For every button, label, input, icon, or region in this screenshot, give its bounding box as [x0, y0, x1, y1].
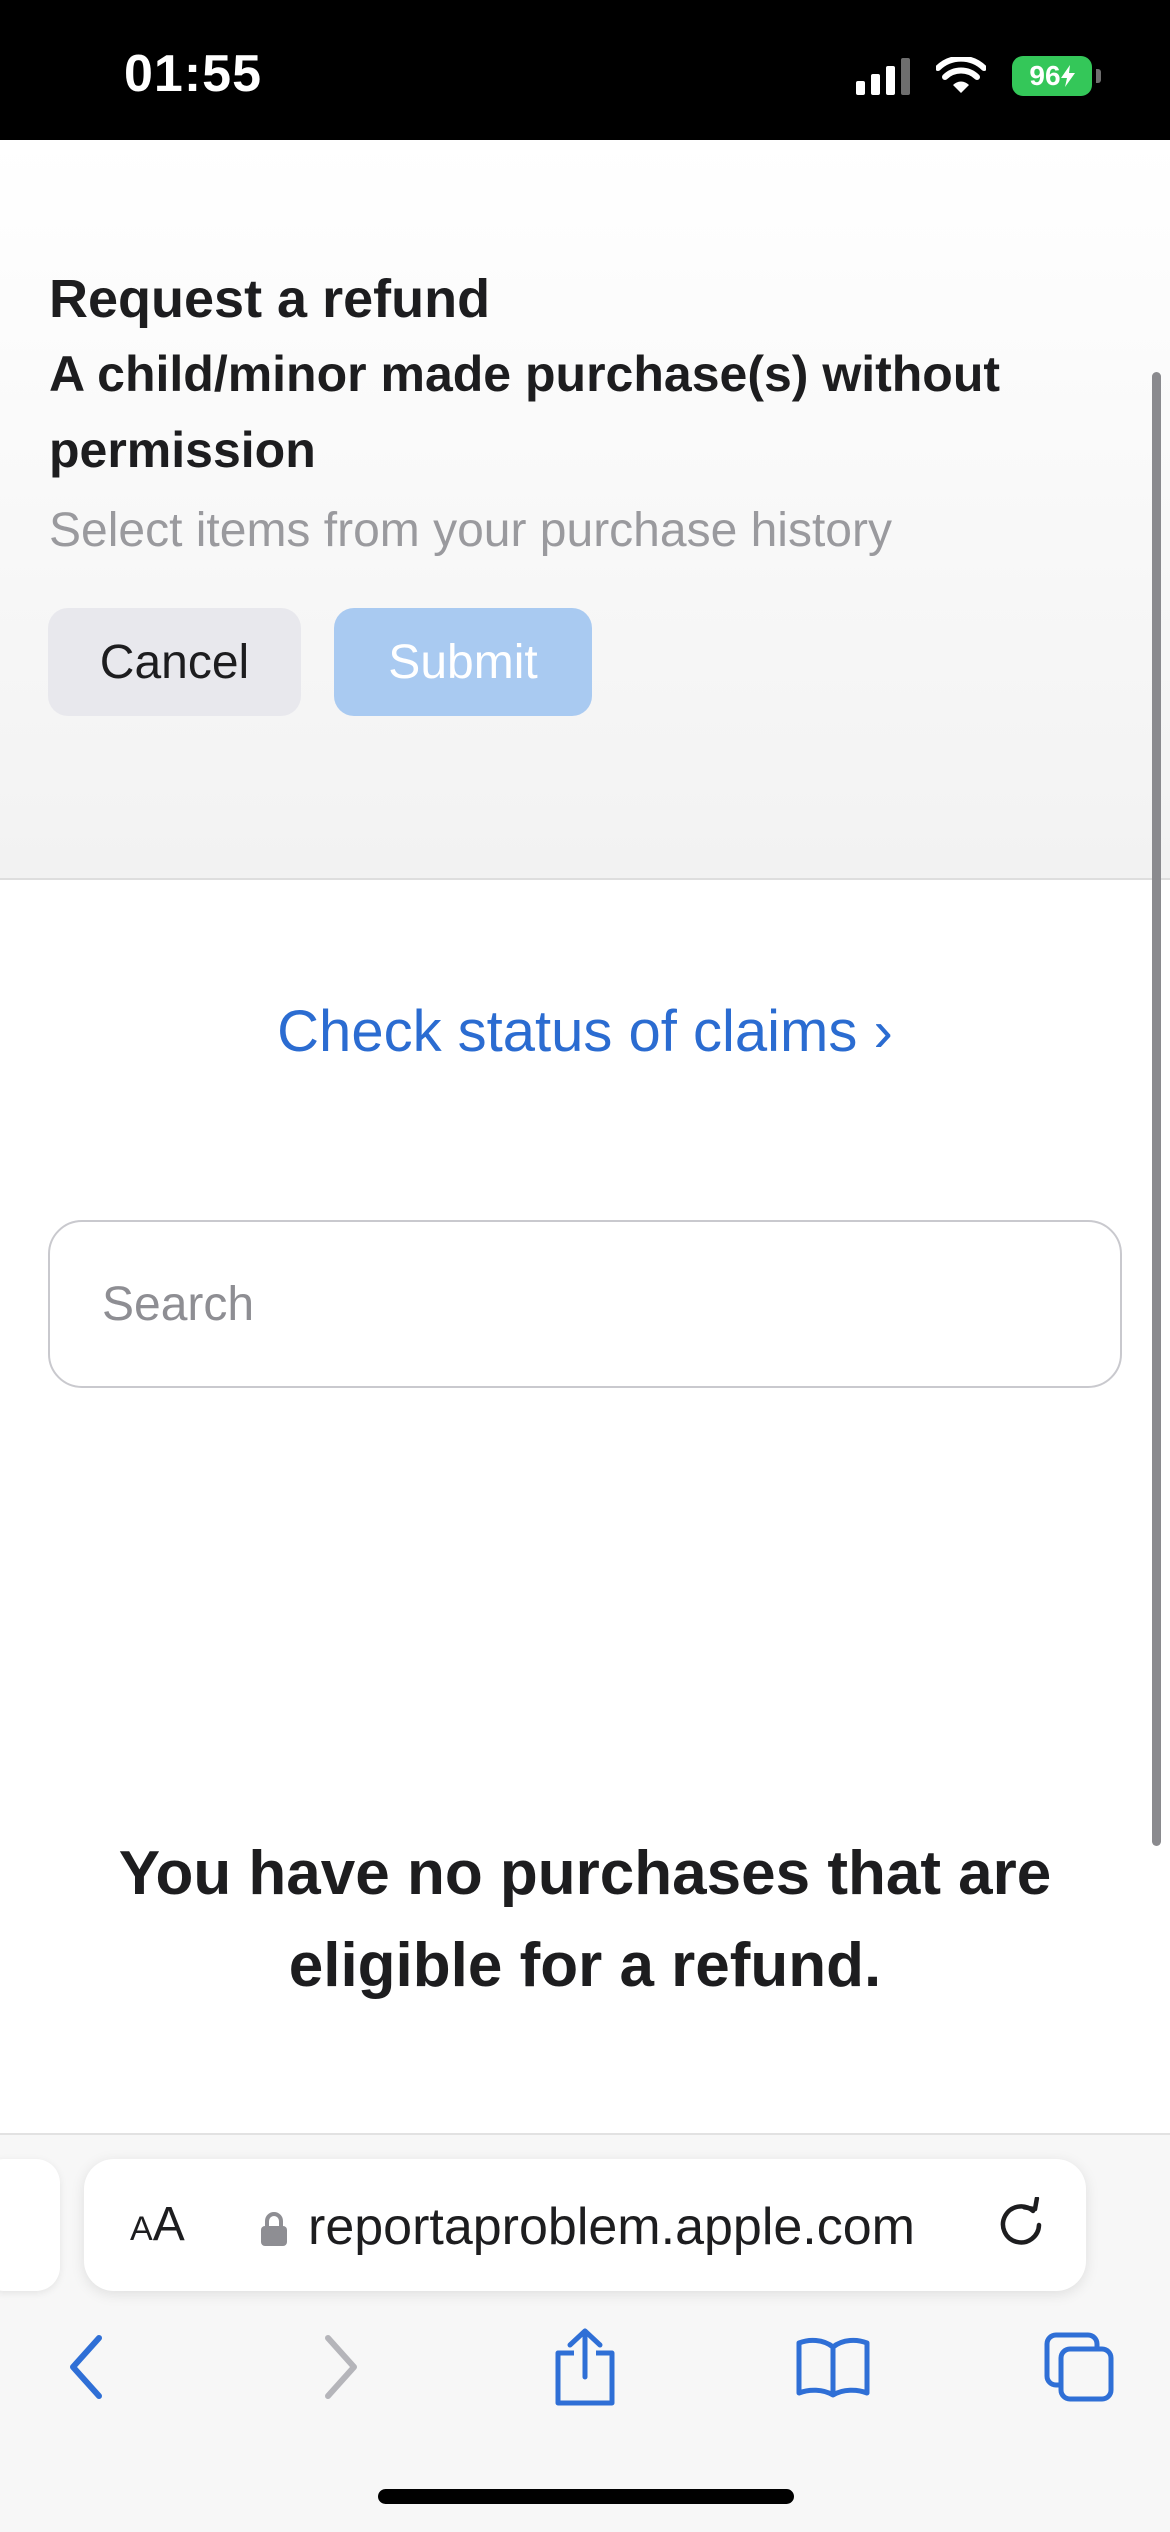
- submit-button[interactable]: Submit: [334, 608, 592, 716]
- bookmarks-icon: [796, 2337, 870, 2398]
- status-bar: 01:55 96: [0, 0, 1170, 140]
- page-subtitle: A child/minor made purchase(s) without p…: [49, 346, 1001, 478]
- share-icon: [555, 2328, 615, 2406]
- page-settings-button[interactable]: AA: [130, 2197, 185, 2252]
- page-title: Request a refund: [49, 269, 491, 329]
- battery-level: 96: [1029, 60, 1061, 91]
- tabs-icon: [1044, 2332, 1114, 2402]
- bolt-icon: [1060, 65, 1075, 87]
- cancel-button[interactable]: Cancel: [48, 608, 301, 716]
- refund-header-panel: Request a refund A child/minor made purc…: [0, 140, 1170, 880]
- forward-icon: [325, 2335, 357, 2399]
- reload-icon[interactable]: [994, 2197, 1048, 2251]
- check-status-link[interactable]: Check status of claims ›: [0, 998, 1170, 1065]
- share-button[interactable]: [540, 2322, 630, 2412]
- previous-tab-peek[interactable]: [0, 2159, 60, 2291]
- status-icons: 96: [856, 56, 1101, 96]
- battery-charging-icon: 96: [1012, 56, 1101, 96]
- bookmarks-button[interactable]: [788, 2322, 878, 2412]
- search-field[interactable]: [48, 1220, 1122, 1388]
- back-icon: [70, 2335, 102, 2399]
- address-bar[interactable]: AA reportaproblem.apple.com: [84, 2159, 1086, 2291]
- wifi-icon: [936, 57, 986, 93]
- forward-button[interactable]: [295, 2322, 385, 2412]
- tabs-button[interactable]: [1034, 2322, 1124, 2412]
- url-text[interactable]: reportaproblem.apple.com: [308, 2197, 915, 2257]
- lock-icon: [261, 2212, 287, 2246]
- cellular-signal-icon: [856, 57, 910, 95]
- back-button[interactable]: [42, 2322, 132, 2412]
- search-input[interactable]: [50, 1222, 1120, 1386]
- home-indicator: [378, 2489, 794, 2504]
- status-time: 01:55: [124, 45, 262, 103]
- scroll-indicator[interactable]: [1152, 372, 1161, 1846]
- instruction-text: Select items from your purchase history: [49, 504, 892, 557]
- empty-state-message: You have no purchases that are eligible …: [118, 1839, 1052, 2000]
